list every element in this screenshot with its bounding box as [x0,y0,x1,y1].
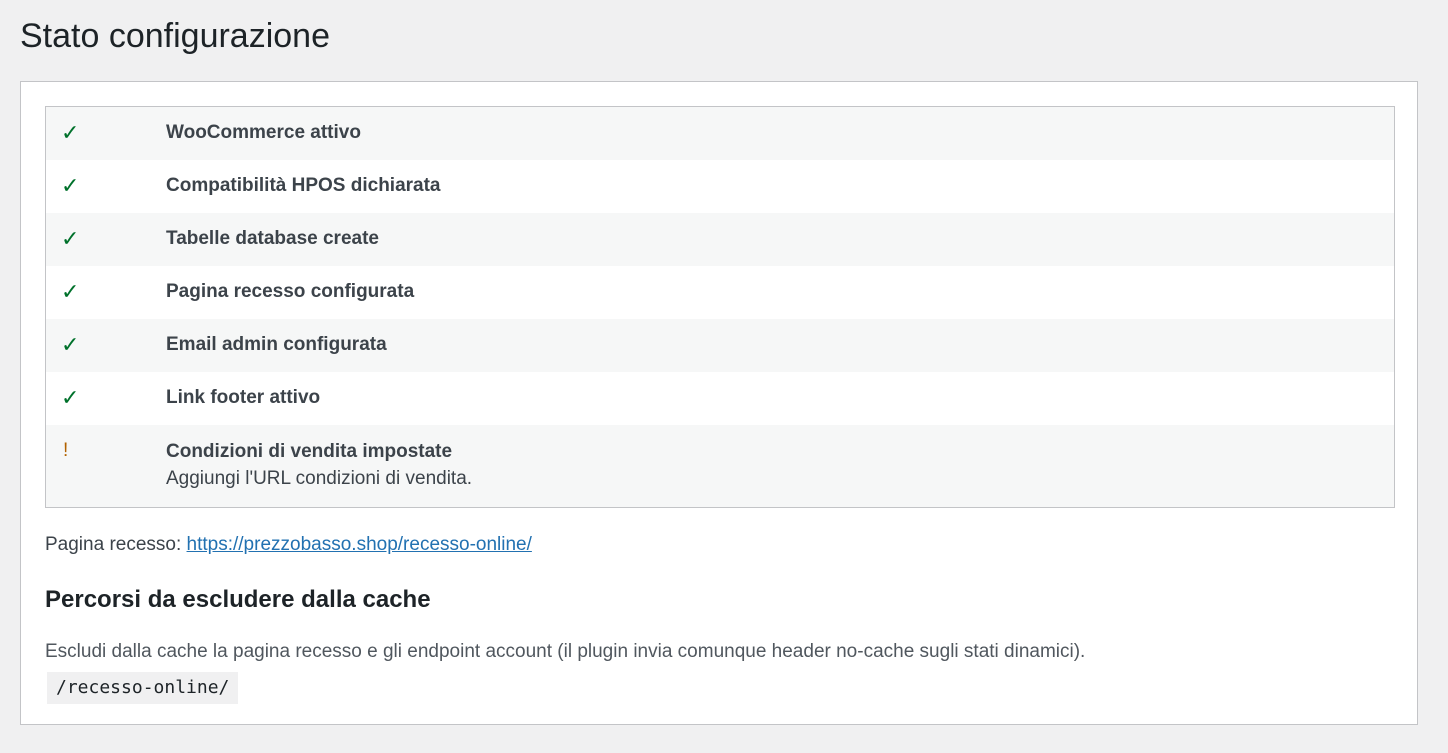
check-icon: ✓ [61,279,80,305]
table-row: ✓ Link footer attivo [45,371,1395,425]
page-title: Stato configurazione [20,17,330,55]
check-icon: ✓ [61,332,80,358]
check-icon: ✓ [61,120,80,146]
table-row: ✓ Compatibilità HPOS dichiarata [45,159,1395,213]
check-icon: ✓ [61,226,80,252]
check-label: WooCommerce attivo [166,122,361,144]
check-label: Tabelle database create [166,228,379,249]
check-label: Email admin configurata [166,334,387,355]
recess-page-link[interactable]: https://prezzobasso.shop/recesso-online/ [187,534,532,555]
table-row: ✓ Email admin configurata [45,318,1395,372]
warning-icon: ! [63,439,69,461]
cache-section-description: Escludi dalla cache la pagina recesso e … [45,641,1086,662]
check-label: Condizioni di vendita impostate [166,440,453,462]
table-row: ! Condizioni di vendita impostate Aggiun… [45,424,1395,508]
table-row: ✓ Tabelle database create [45,212,1395,266]
recess-page-label: Pagina recesso: [45,534,182,555]
recess-page-line: Pagina recesso: https://prezzobasso.shop… [45,533,532,557]
check-icon: ✓ [61,385,80,411]
config-status-card: ✓ WooCommerce attivo ✓ Compatibilità HPO… [20,81,1418,725]
cache-section-heading: Percorsi da escludere dalla cache [45,586,431,613]
table-row: ✓ Pagina recesso configurata [45,265,1395,319]
status-checklist-table: ✓ WooCommerce attivo ✓ Compatibilità HPO… [45,106,1395,508]
check-icon: ✓ [61,173,80,199]
cache-path-code: /recesso-online/ [47,672,239,704]
check-note: Aggiungi l'URL condizioni di vendita. [166,467,473,489]
check-label: Pagina recesso configurata [166,281,415,302]
table-row: ✓ WooCommerce attivo [45,106,1395,160]
check-label: Compatibilità HPOS dichiarata [166,175,441,196]
check-label: Link footer attivo [166,387,321,408]
